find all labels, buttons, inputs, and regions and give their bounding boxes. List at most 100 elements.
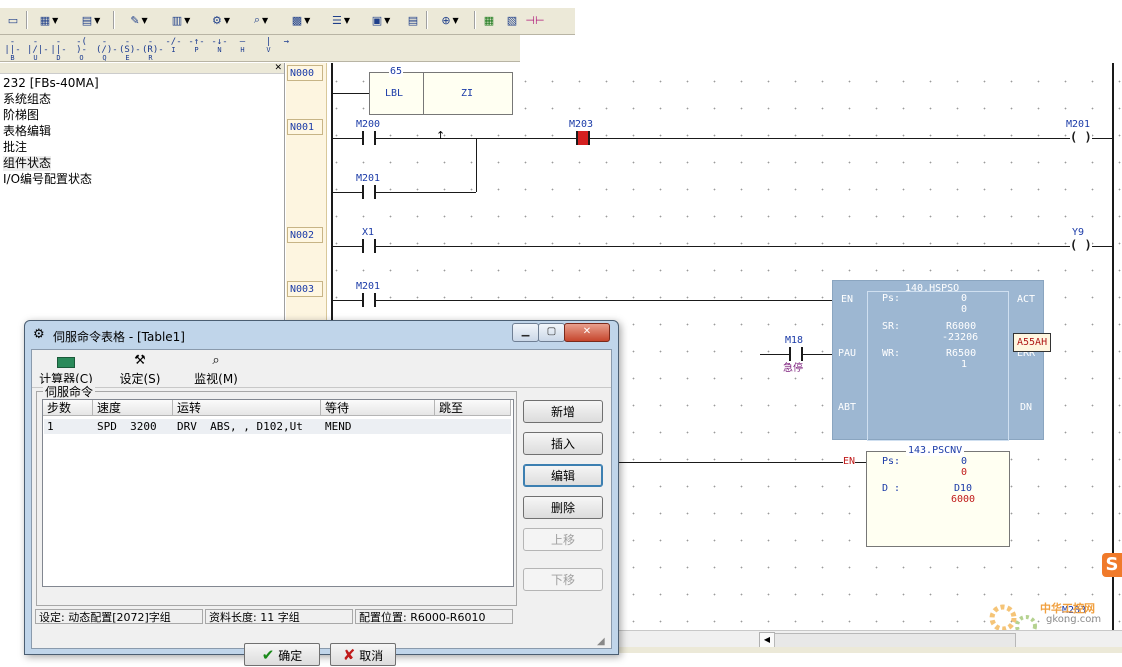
tree-item-plc[interactable]: 232 [FBs-40MA] [3,76,99,91]
tree-item-comment[interactable]: 批注 [3,140,27,155]
instruction-button[interactable]: -(S)- E [119,38,141,63]
toolbar-separator [113,11,115,29]
setting-button[interactable]: ⚒ 设定(S) [114,354,166,387]
compile-icon[interactable]: ▦ [480,10,498,30]
instruction-button[interactable]: -( )- O [73,38,90,63]
monitor-label: 监视(M) [194,372,238,386]
instruction-button[interactable]: -(/)- Q [96,38,118,63]
tree-item-system-config[interactable]: 系统组态 [3,92,51,107]
ok-button[interactable]: ✔ 确定 [244,643,320,666]
move-up-button[interactable]: 上移 [523,528,603,551]
view-icon[interactable]: ▭ [4,10,22,30]
hspso-block[interactable] [832,280,1044,441]
monitor-button[interactable]: ⌕ 监视(M) [190,354,242,387]
print-icon[interactable]: ▤ [404,10,422,30]
instruction-button[interactable]: — H [234,38,251,55]
maximize-button[interactable]: ▢ [538,323,565,342]
move-down-button[interactable]: 下移 [523,568,603,591]
contact-m200[interactable] [362,131,376,145]
instruction-glyph: -(R)- [142,37,164,55]
edit-button[interactable]: 编辑 [523,464,603,487]
pscnv-title: 143.PSCNV [906,445,965,456]
contact-label: M203 [569,119,594,130]
cell-wait: MEND [325,420,352,433]
tree-item-component-status[interactable]: 组件状态 [3,156,52,171]
insert-button[interactable]: 插入 [523,432,603,455]
network-label[interactable]: N002 [287,227,323,243]
monitor-icon[interactable]: ▤ ▼ [75,10,107,30]
column-header-jump[interactable]: 跳至 [435,400,511,416]
coil-icon[interactable]: ⊣⊢ [525,10,544,30]
instruction-button[interactable]: | V [260,38,277,55]
network-label[interactable]: N003 [287,281,323,297]
instruction-button[interactable]: -↓- N [211,38,228,55]
io-icon[interactable]: ▩ ▼ [282,10,320,30]
contact-m201[interactable] [362,293,376,307]
delete-button[interactable]: 删除 [523,496,603,519]
list-icon[interactable]: ☰ ▼ [322,10,360,30]
servo-icon[interactable]: ⚙ ▼ [202,10,240,30]
hspso-pin-act: ACT [1017,294,1036,305]
instruction-button[interactable]: -↑- P [188,38,205,55]
instruction-glyph: — [239,37,246,47]
contact-label: X1 [362,227,375,238]
toolbar-separator [426,11,428,29]
instruction-button[interactable]: -/- I [165,38,182,55]
horizontal-scrollbar[interactable]: ◀ [617,630,1122,648]
rung-wire [333,93,369,94]
program-icon[interactable]: ▦ ▼ [33,10,65,30]
instruction-button[interactable]: -||- D [50,38,67,63]
tree-item-table-edit[interactable]: 表格编辑 [3,124,51,139]
contact-m201[interactable] [362,185,376,199]
network-label[interactable]: N000 [287,65,323,81]
network-icon[interactable]: ▣ ▼ [362,10,400,30]
contact-x1[interactable] [362,239,376,253]
servo-command-group: 伺服命令 步数 速度 运转 等待 跳至 1 SPD 3200 DRV ABS, … [36,383,517,606]
zoom-icon[interactable]: ⊕ ▼ [432,10,468,30]
close-button[interactable]: ✕ [564,323,610,342]
toolbar-divider [32,387,611,388]
tree-item-io-config[interactable]: I/O编号配置状态 [3,172,92,187]
coil-m201[interactable]: ( ) [1070,130,1092,144]
search-icon[interactable]: ⌕ ▼ [242,10,280,30]
hspso-ps-value2: 0 [961,304,968,315]
network-label[interactable]: N001 [287,119,323,135]
dialog-titlebar[interactable]: ⚙ 伺服命令表格 - [Table1] ▁ ▢ ✕ [25,321,618,349]
group-title: 伺服命令 [43,383,96,400]
column-header-wait[interactable]: 等待 [321,400,435,416]
pscnv-d-label: D : [882,483,901,494]
column-header-run[interactable]: 运转 [173,400,321,416]
instruction-key: I [171,46,176,54]
hspso-pin-abt: ABT [838,402,857,413]
coil-y9[interactable]: ( ) [1070,238,1092,252]
minimize-button[interactable]: ▁ [512,323,539,342]
scroll-thumb[interactable] [774,633,1016,648]
instruction-button[interactable]: → [278,38,295,55]
column-header-speed[interactable]: 速度 [93,400,173,416]
instruction-button[interactable]: -||- B [4,38,21,63]
servo-icon: ⚙ [33,327,45,342]
command-table[interactable]: 步数 速度 运转 等待 跳至 1 SPD 3200 DRV ABS, , D10… [42,399,514,587]
scroll-left-button[interactable]: ◀ [759,632,775,648]
column-header-step[interactable]: 步数 [43,400,93,416]
rung-wire [616,462,832,463]
status-bar [617,647,1122,653]
resize-grip-icon[interactable]: ◢ [597,636,605,647]
tree-item-ladder[interactable]: 阶梯图 [3,108,39,123]
hspso-wr-label: WR: [882,348,901,359]
hspso-flag: A55AH [1013,333,1052,352]
instruction-button[interactable]: -(R)- R [142,37,164,63]
hspso-sr-label: SR: [882,321,901,332]
coil-label: Y9 [1072,227,1085,238]
instruction-glyph: | [265,37,272,47]
edit-icon[interactable]: ✎ ▼ [120,10,158,30]
compare-icon[interactable]: ▧ [503,10,521,30]
rung-wire [333,138,1112,139]
add-button[interactable]: 新增 [523,400,603,423]
cancel-button[interactable]: ✘ 取消 [330,643,396,666]
contact-m203[interactable] [576,131,590,145]
table-icon[interactable]: ▥ ▼ [162,10,200,30]
instruction-button[interactable]: -|/|- U [27,38,49,63]
instruction-key: U [33,54,38,62]
close-icon[interactable]: ✕ [274,63,282,73]
